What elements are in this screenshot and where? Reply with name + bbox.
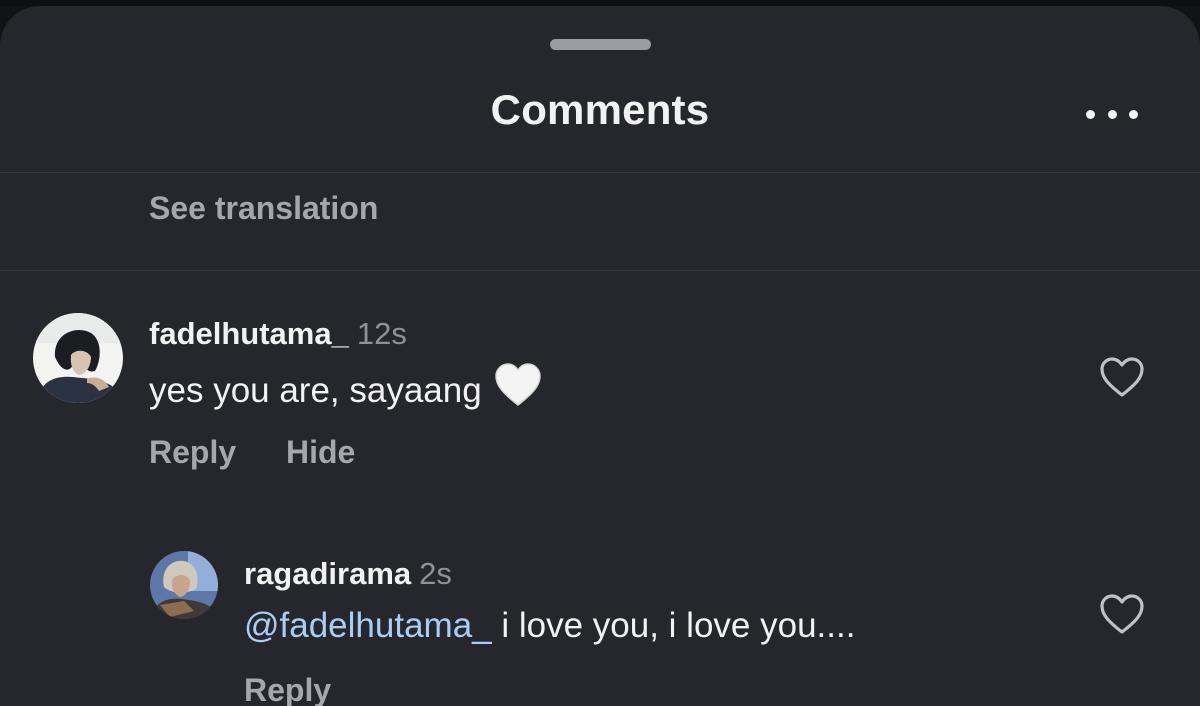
comment-body: yes you are, sayaang (149, 370, 482, 410)
header-divider (0, 172, 1200, 173)
heart-outline-icon[interactable] (1099, 593, 1145, 635)
reply-button[interactable]: Reply (149, 434, 236, 471)
username-text[interactable]: fadelhutama_ (149, 316, 349, 351)
hide-button[interactable]: Hide (286, 434, 355, 471)
mention-link[interactable]: @fadelhutama_ (244, 606, 492, 645)
more-horizontal-icon[interactable] (1086, 102, 1138, 126)
avatar-photo (150, 551, 218, 619)
comment-text: @fadelhutama_ i love you, i love you.... (244, 606, 855, 646)
heart-outline-icon[interactable] (1099, 356, 1145, 398)
avatar[interactable] (33, 313, 123, 403)
comment-timestamp: 12s (356, 316, 407, 351)
caption-divider (0, 270, 1200, 271)
comment-username[interactable]: ragadirama 2s (244, 556, 452, 592)
sheet-grabber-handle[interactable] (550, 39, 651, 50)
reply-button[interactable]: Reply (244, 672, 331, 706)
comment-body: i love you, i love you.... (491, 606, 856, 645)
avatar[interactable] (150, 551, 218, 619)
comment-username[interactable]: fadelhutama_ 12s (149, 316, 407, 352)
comments-sheet: Comments See translation fadelhutama_ 12s… (0, 6, 1200, 706)
username-text[interactable]: ragadirama (244, 556, 411, 591)
comment-timestamp: 2s (419, 556, 452, 591)
comment-text: yes you are, sayaang (149, 363, 542, 417)
sheet-title: Comments (490, 86, 710, 133)
see-translation-link[interactable]: See translation (149, 190, 378, 227)
avatar-photo (33, 313, 123, 403)
white-heart-icon (494, 362, 542, 417)
